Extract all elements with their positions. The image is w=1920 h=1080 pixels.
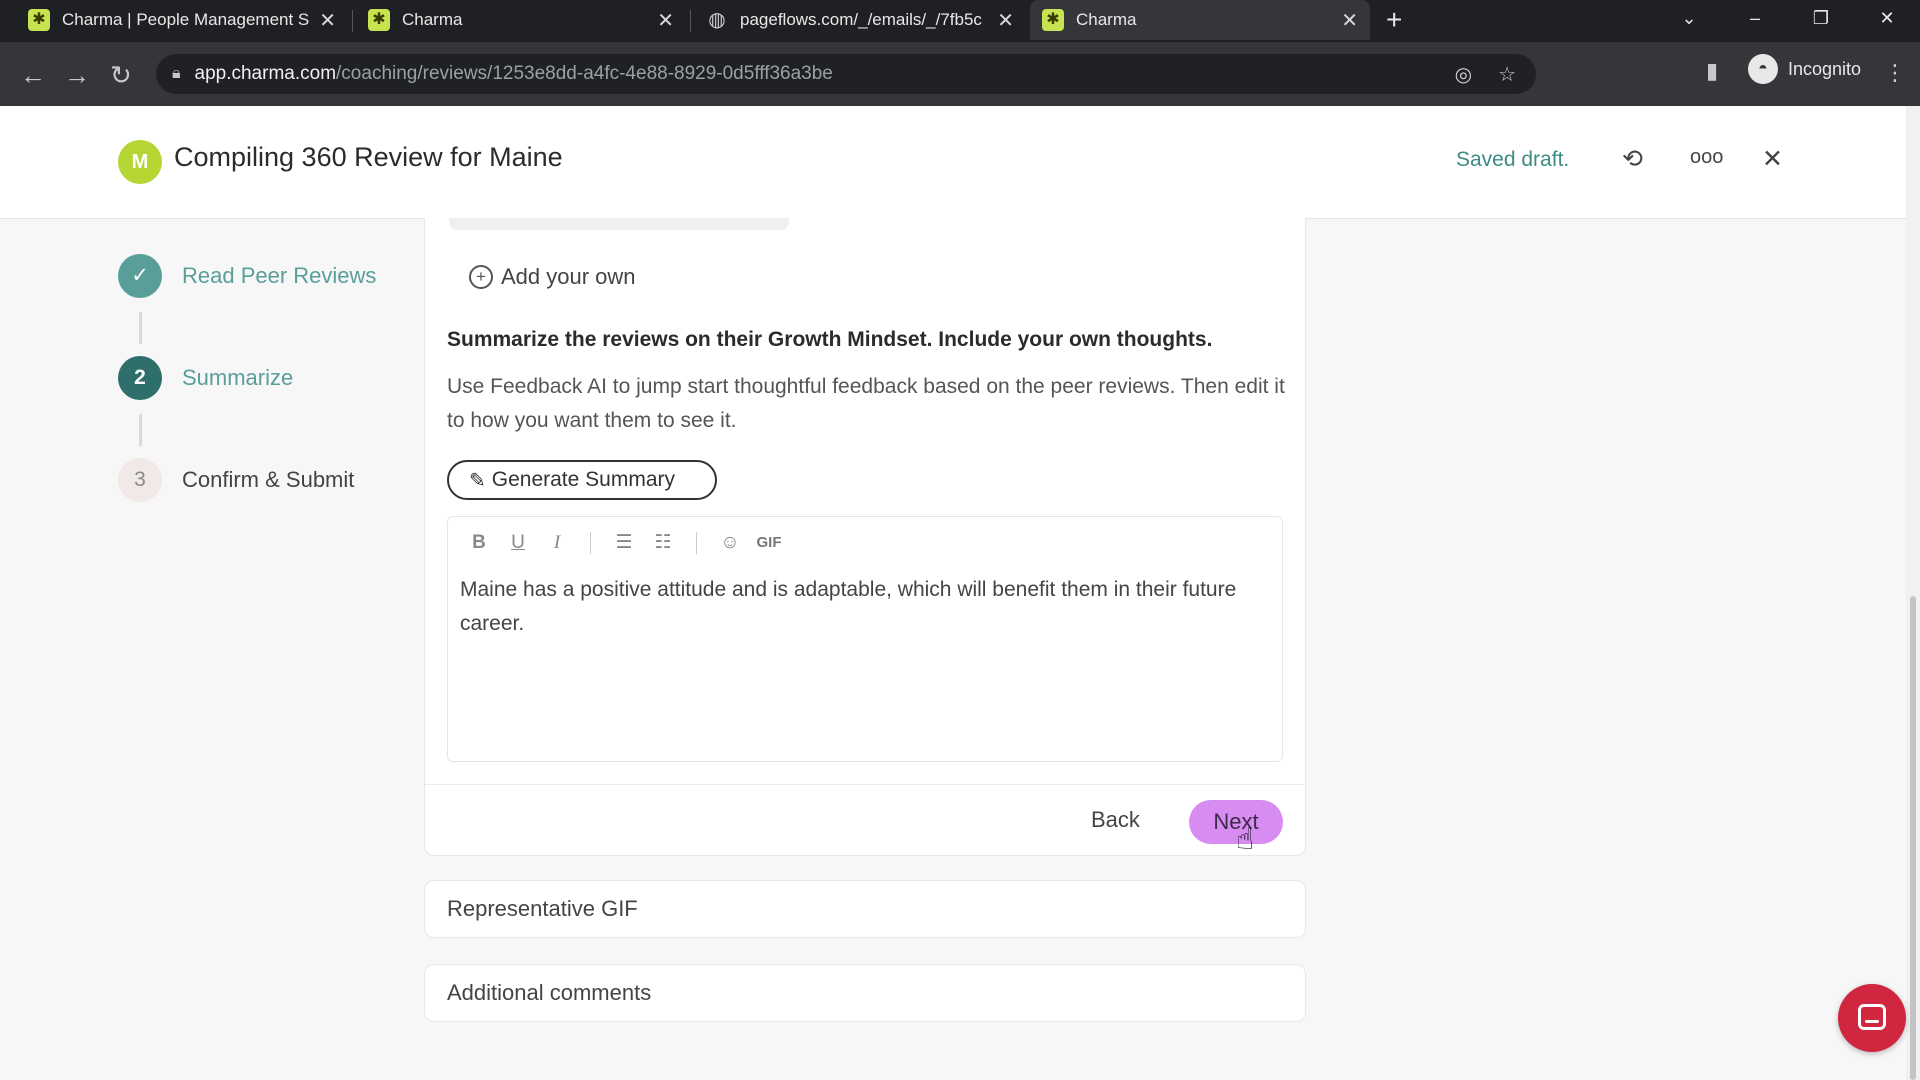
- summary-card: + Add your own Summarize the reviews on …: [424, 218, 1306, 856]
- charma-icon: ✱: [28, 9, 50, 31]
- browser-tab-bar: ✱ Charma | People Management S ✕ ✱ Charm…: [0, 0, 1920, 42]
- browser-tab-3[interactable]: ◍ pageflows.com/_/emails/_/7fb5c ✕: [694, 0, 1026, 40]
- url-host: app.charma.com: [194, 63, 337, 84]
- incognito-indicator[interactable]: ◓ Incognito: [1748, 54, 1861, 84]
- url-path: /coaching/reviews/1253e8dd-a4fc-4e88-892…: [336, 63, 833, 84]
- page-title: Compiling 360 Review for Maine: [174, 142, 563, 172]
- eye-off-icon[interactable]: ◎: [1455, 62, 1472, 87]
- charma-icon: ✱: [368, 9, 390, 31]
- italic-icon[interactable]: I: [544, 532, 570, 554]
- helper-text: Use Feedback AI to jump start thoughtful…: [447, 375, 1285, 432]
- close-tab-icon[interactable]: ✕: [997, 8, 1014, 33]
- reload-icon[interactable]: ↻: [110, 60, 132, 91]
- toolbar-divider: [590, 531, 591, 554]
- step-label: Read Peer Reviews: [182, 263, 377, 288]
- lock-icon: 🔒︎: [172, 65, 181, 82]
- close-tab-icon[interactable]: ✕: [319, 8, 336, 33]
- avatar: M: [118, 140, 162, 184]
- step-confirm-submit[interactable]: 3 Confirm & Submit: [118, 458, 354, 502]
- incognito-icon: ◓: [1748, 54, 1778, 84]
- back-button[interactable]: Back: [1085, 806, 1146, 834]
- generate-summary-button[interactable]: ✎ Generate Summary: [447, 460, 717, 500]
- new-tab-icon[interactable]: +: [1386, 4, 1402, 36]
- globe-icon: ◍: [708, 9, 726, 31]
- tab-separator: [352, 10, 353, 32]
- browser-tab-1[interactable]: ✱ Charma | People Management S ✕: [16, 0, 348, 40]
- numbered-list-icon[interactable]: ☷: [650, 531, 676, 554]
- step-label: Summarize: [182, 365, 294, 390]
- scrolled-content-edge: [449, 218, 789, 230]
- gif-icon[interactable]: GIF: [756, 534, 782, 551]
- back-arrow-icon[interactable]: ←: [20, 60, 46, 91]
- card-footer-divider: [425, 784, 1305, 785]
- section-label: Additional comments: [447, 980, 652, 1005]
- check-icon: ✓: [118, 254, 162, 298]
- more-options-icon[interactable]: ooo: [1690, 146, 1723, 169]
- editor-content[interactable]: Maine has a positive attitude and is ada…: [460, 573, 1260, 641]
- step-connector: [139, 414, 142, 446]
- history-icon[interactable]: ⟲: [1622, 144, 1643, 174]
- editor-toolbar: B U I ☰ ☷ ☺ GIF: [466, 531, 795, 554]
- section-representative-gif[interactable]: Representative GIF: [424, 880, 1306, 938]
- section-additional-comments[interactable]: Additional comments: [424, 964, 1306, 1022]
- tab-title: Charma: [1076, 10, 1137, 29]
- step-number: 3: [118, 458, 162, 502]
- browser-toolbar: ← → ↻ 🔒︎ app.charma.com/coaching/reviews…: [0, 42, 1920, 106]
- close-tab-icon[interactable]: ✕: [657, 8, 674, 33]
- tab-title: Charma | People Management S: [62, 10, 310, 29]
- step-number: 2: [118, 356, 162, 400]
- summary-prompt: Summarize the reviews on their Growth Mi…: [447, 328, 1213, 351]
- close-icon[interactable]: ✕: [1762, 144, 1783, 174]
- incognito-label: Incognito: [1788, 58, 1862, 79]
- chat-launcher-button[interactable]: [1838, 984, 1906, 1052]
- close-tab-icon[interactable]: ✕: [1341, 8, 1358, 33]
- restore-icon[interactable]: ❐: [1788, 0, 1854, 40]
- step-read-peer-reviews[interactable]: ✓ Read Peer Reviews: [118, 254, 376, 298]
- browser-tab-4-active[interactable]: ✱ Charma ✕: [1030, 0, 1370, 40]
- magic-wand-icon: ✎: [469, 469, 486, 492]
- chat-icon: [1858, 1004, 1886, 1030]
- browser-menu-icon[interactable]: ⋮: [1884, 60, 1906, 86]
- tab-title: Charma: [402, 10, 463, 29]
- bookmark-star-icon[interactable]: ☆: [1498, 62, 1516, 87]
- add-your-own-button[interactable]: + Add your own: [469, 264, 636, 290]
- step-summarize[interactable]: 2 Summarize: [118, 356, 293, 400]
- summary-editor[interactable]: B U I ☰ ☷ ☺ GIF Maine has a positive att…: [447, 516, 1283, 762]
- emoji-icon[interactable]: ☺: [717, 532, 743, 554]
- toolbar-divider: [696, 531, 697, 554]
- bullet-list-icon[interactable]: ☰: [611, 531, 637, 554]
- forward-arrow-icon[interactable]: →: [64, 60, 90, 91]
- add-your-own-label: Add your own: [501, 264, 636, 289]
- underline-icon[interactable]: U: [505, 532, 531, 554]
- page-header: M Compiling 360 Review for Maine Saved d…: [0, 106, 1920, 219]
- tab-separator: [690, 10, 691, 32]
- tab-title: pageflows.com/_/emails/_/7fb5c: [740, 10, 982, 29]
- browser-tab-2[interactable]: ✱ Charma ✕: [356, 0, 686, 40]
- plus-circle-icon: +: [469, 265, 493, 289]
- window-controls: ⌄ – ❐ ✕: [1656, 0, 1920, 40]
- generate-summary-label: Generate Summary: [491, 468, 676, 491]
- save-status: Saved draft.: [1456, 148, 1570, 171]
- scrollbar-thumb[interactable]: [1910, 596, 1916, 1080]
- section-label: Representative GIF: [447, 896, 638, 921]
- charma-icon: ✱: [1042, 9, 1064, 31]
- window-close-icon[interactable]: ✕: [1854, 0, 1920, 40]
- hand-cursor-icon: ☝: [1236, 823, 1255, 856]
- step-connector: [139, 312, 142, 344]
- tab-search-icon[interactable]: ⌄: [1656, 0, 1722, 40]
- step-label: Confirm & Submit: [182, 467, 355, 492]
- bold-icon[interactable]: B: [466, 532, 492, 554]
- address-bar[interactable]: 🔒︎ app.charma.com/coaching/reviews/1253e…: [156, 54, 1536, 94]
- minimize-icon[interactable]: –: [1722, 0, 1788, 40]
- side-panel-icon[interactable]: ▮: [1706, 58, 1718, 84]
